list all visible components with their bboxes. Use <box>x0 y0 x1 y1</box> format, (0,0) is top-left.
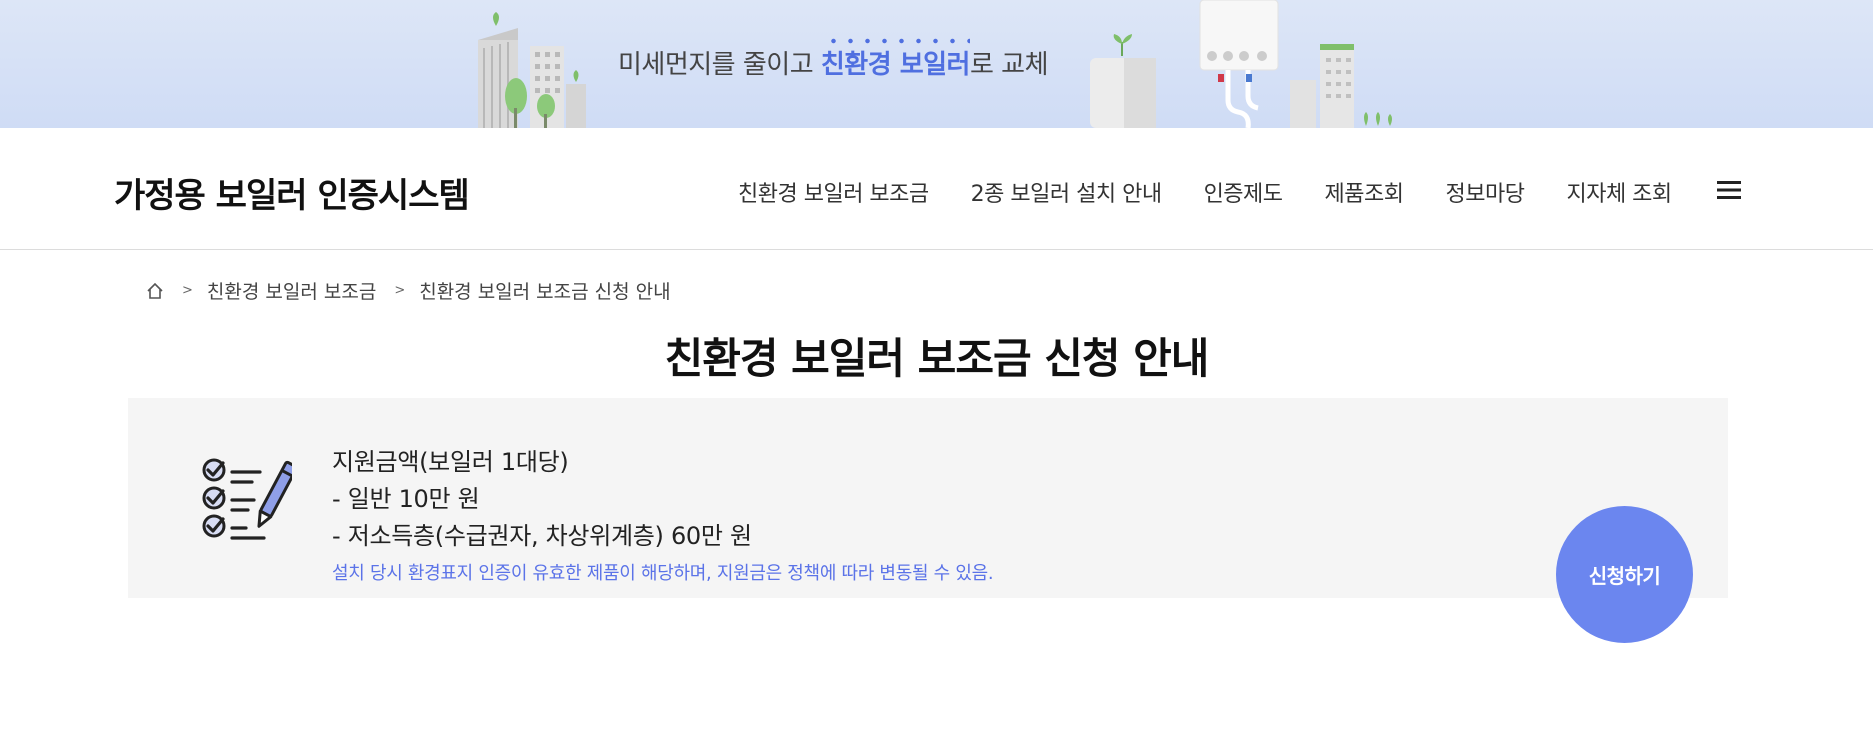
right-boiler-illustration <box>1090 0 1392 128</box>
left-buildings-illustration <box>478 12 586 128</box>
checklist-pencil-icon <box>202 458 292 540</box>
breadcrumb-item-subsidy[interactable]: 친환경 보일러 보조금 <box>207 277 376 304</box>
breadcrumb: > 친환경 보일러 보조금 > 친환경 보일러 보조금 신청 안내 <box>146 277 689 304</box>
main-nav: 친환경 보일러 보조금 2종 보일러 설치 안내 인증제도 제품조회 정보마당 … <box>738 176 1714 208</box>
banner-slogan: 미세먼지를 줄이고 친환경 보일러로 교체 <box>618 38 1049 81</box>
subsidy-line-general: - 일반 10만 원 <box>332 485 480 513</box>
banner-highlight-text: 친환경 보일러 <box>820 50 971 80</box>
banner-text-before: 미세먼지를 줄이고 <box>618 50 821 80</box>
breadcrumb-item-current: 친환경 보일러 보조금 신청 안내 <box>419 281 671 303</box>
breadcrumb-separator: > <box>394 283 406 298</box>
nav-item-subsidy[interactable]: 친환경 보일러 보조금 <box>738 176 929 208</box>
subsidy-info-text: 지원금액(보일러 1대당) - 일반 10만 원 - 저소득층(수급권자, 차상… <box>332 444 994 585</box>
apply-button[interactable]: 신청하기 <box>1556 506 1693 643</box>
nav-item-type2-install[interactable]: 2종 보일러 설치 안내 <box>971 176 1162 208</box>
home-icon[interactable] <box>146 282 164 300</box>
page-title: 친환경 보일러 보조금 신청 안내 <box>664 334 1210 383</box>
site-header: 가정용 보일러 인증시스템 친환경 보일러 보조금 2종 보일러 설치 안내 인… <box>0 128 1873 250</box>
subsidy-line-low-income: - 저소득층(수급권자, 차상위계층) 60만 원 <box>332 522 752 550</box>
nav-item-certification[interactable]: 인증제도 <box>1204 176 1283 208</box>
nav-item-local-gov[interactable]: 지자체 조회 <box>1566 176 1672 208</box>
banner-highlight: 친환경 보일러 <box>820 38 971 80</box>
subsidy-note: 설치 당시 환경표지 인증이 유효한 제품이 해당하며, 지원금은 정책에 따라… <box>332 563 994 584</box>
hamburger-icon[interactable] <box>1717 180 1741 200</box>
banner-emphasis-dots <box>820 38 970 44</box>
top-banner[interactable]: 미세먼지를 줄이고 친환경 보일러로 교체 <box>0 0 1873 128</box>
subsidy-heading: 지원금액(보일러 1대당) <box>332 448 569 476</box>
nav-item-product-search[interactable]: 제품조회 <box>1325 176 1404 208</box>
subsidy-info-box: 지원금액(보일러 1대당) - 일반 10만 원 - 저소득층(수급권자, 차상… <box>128 398 1728 598</box>
nav-item-info[interactable]: 정보마당 <box>1446 176 1525 208</box>
breadcrumb-separator: > <box>182 283 193 298</box>
site-title[interactable]: 가정용 보일러 인증시스템 <box>114 168 470 217</box>
banner-text-after: 로 교체 <box>969 50 1049 80</box>
